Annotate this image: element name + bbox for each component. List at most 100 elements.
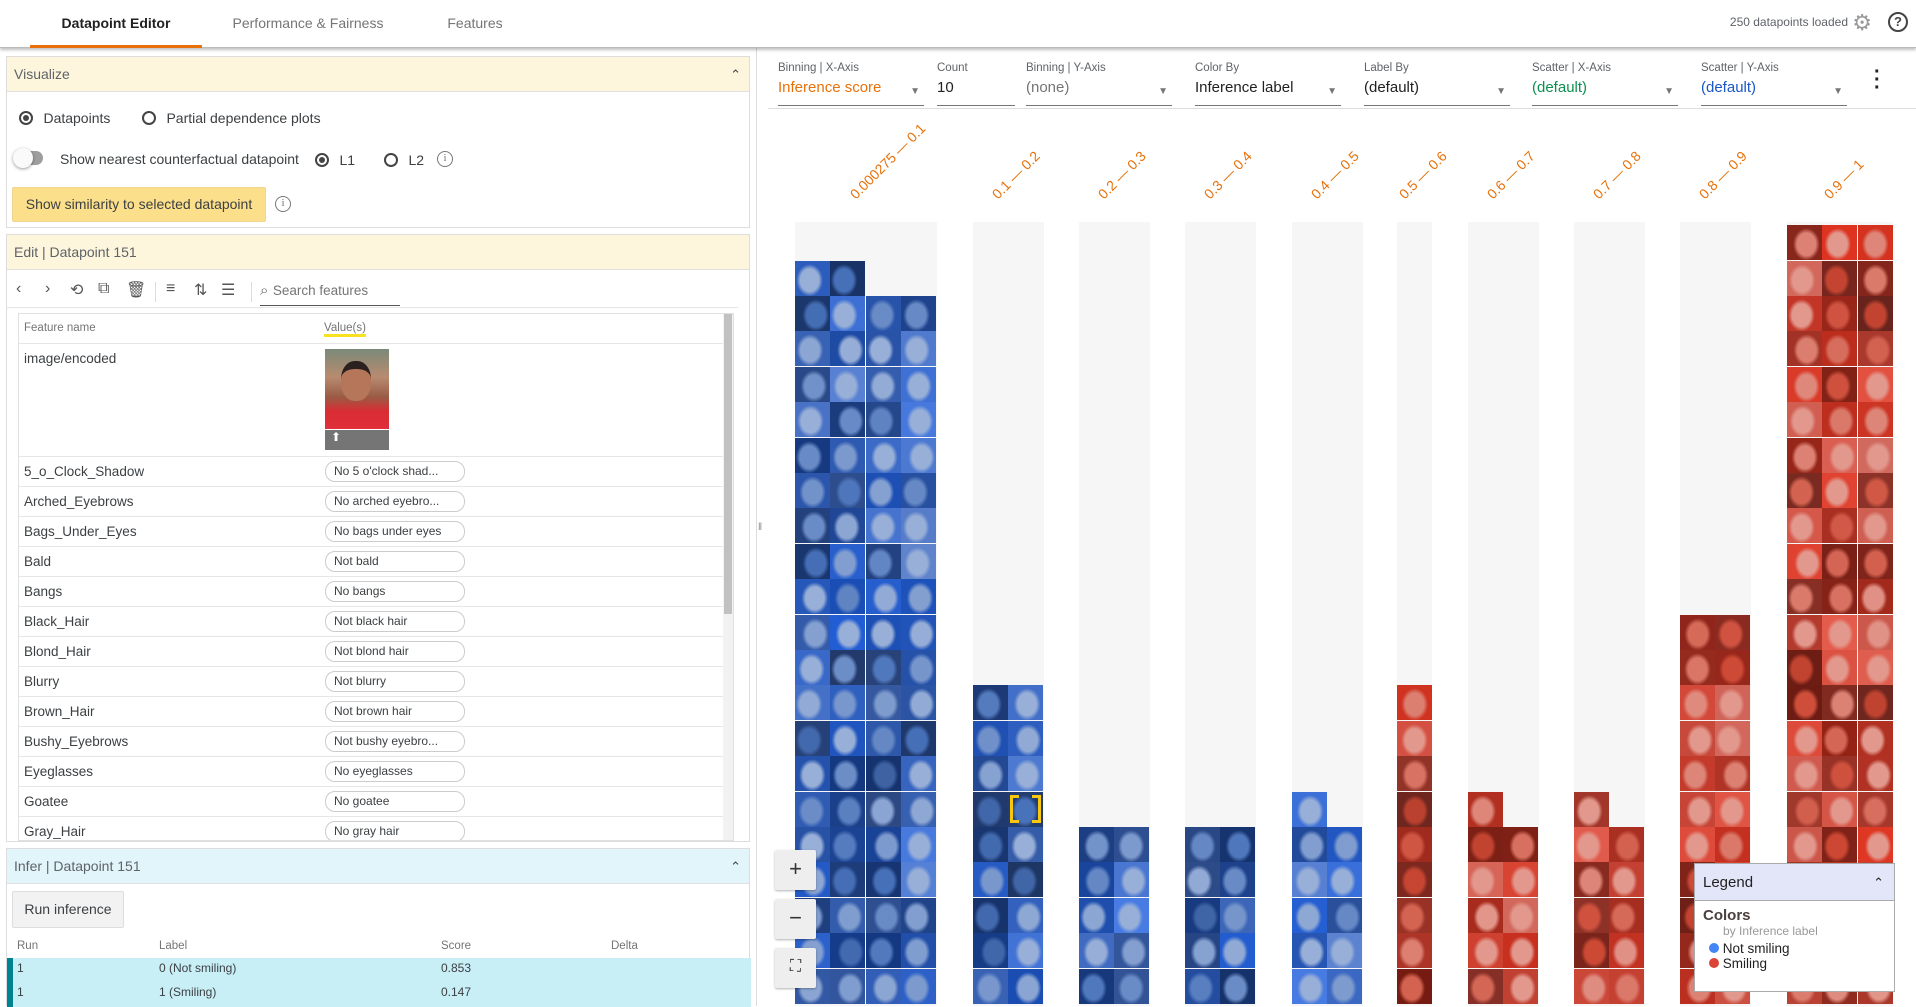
datapoint-thumbnail[interactable] — [1715, 791, 1751, 827]
datapoint-thumbnail[interactable] — [1787, 508, 1822, 544]
datapoint-thumbnail[interactable] — [1574, 933, 1609, 969]
datapoint-thumbnail[interactable] — [1397, 827, 1432, 862]
datapoint-thumbnail[interactable] — [901, 296, 937, 331]
datapoint-thumbnail[interactable] — [1503, 968, 1539, 1004]
datapoint-thumbnail[interactable] — [1822, 437, 1858, 473]
datapoint-thumbnail[interactable] — [1079, 827, 1114, 862]
sort-icon[interactable]: ⇅ — [194, 280, 207, 300]
datapoint-thumbnail[interactable] — [1397, 862, 1432, 898]
datapoint-thumbnail[interactable] — [865, 543, 901, 579]
zoom-out-button[interactable]: − — [775, 899, 816, 939]
datapoint-thumbnail[interactable] — [1574, 791, 1609, 827]
datapoint-thumbnail[interactable] — [901, 402, 937, 438]
datapoint-thumbnail[interactable] — [865, 827, 901, 862]
chevron-up-icon[interactable]: ⌃ — [1873, 864, 1884, 901]
feature-value-input[interactable]: Not bald — [325, 551, 465, 572]
datapoint-thumbnail[interactable] — [1008, 933, 1044, 969]
datapoint-thumbnail[interactable] — [1079, 968, 1114, 1004]
datapoint-thumbnail[interactable] — [1680, 791, 1715, 827]
datapoint-thumbnail[interactable] — [1327, 827, 1363, 862]
delete-icon[interactable]: 🗑 — [126, 280, 146, 300]
datapoint-thumbnail[interactable] — [1185, 933, 1220, 969]
datapoint-thumbnail[interactable] — [795, 650, 830, 685]
show-similarity-button[interactable]: Show similarity to selected datapoint — [12, 187, 266, 222]
tab-features[interactable]: Features — [420, 0, 530, 48]
datapoint-thumbnail[interactable] — [1857, 579, 1893, 615]
datapoint-thumbnail[interactable] — [1715, 614, 1751, 650]
datapoint-thumbnail[interactable] — [1292, 791, 1327, 827]
feature-value-input[interactable]: No 5 o'clock shad... — [325, 461, 465, 482]
datapoint-thumbnail[interactable] — [901, 543, 937, 579]
datapoint-thumbnail[interactable] — [1609, 897, 1645, 933]
datapoint-thumbnail[interactable] — [1609, 827, 1645, 862]
datapoint-thumbnail[interactable] — [1857, 402, 1893, 438]
feature-value-input[interactable]: No goatee — [325, 791, 465, 812]
datapoint-thumbnail[interactable] — [973, 933, 1008, 969]
search-features-input[interactable]: ⌕ Search features — [260, 282, 400, 306]
datapoint-thumbnail[interactable] — [1822, 508, 1858, 544]
datapoint-thumbnail[interactable] — [1857, 791, 1893, 827]
datapoint-thumbnail[interactable] — [830, 473, 866, 508]
datapoint-thumbnail[interactable] — [1857, 331, 1893, 367]
datapoint-thumbnail[interactable] — [1787, 827, 1822, 862]
datapoint-thumbnail[interactable] — [1397, 933, 1432, 969]
datapoint-thumbnail[interactable] — [1857, 614, 1893, 650]
datapoint-thumbnail[interactable] — [901, 720, 937, 756]
datapoint-thumbnail[interactable] — [1822, 260, 1858, 296]
datapoint-thumbnail[interactable] — [1787, 402, 1822, 438]
zoom-in-button[interactable]: + — [775, 850, 816, 890]
datapoint-thumbnail[interactable] — [901, 508, 937, 544]
datapoint-thumbnail[interactable] — [1574, 862, 1609, 898]
datapoint-thumbnail[interactable] — [1292, 827, 1327, 862]
datapoint-thumbnail[interactable] — [830, 862, 866, 898]
datapoint-thumbnail[interactable] — [1680, 756, 1715, 792]
datapoint-thumbnail[interactable] — [1185, 897, 1220, 933]
counterfactual-toggle[interactable] — [13, 148, 43, 168]
datapoint-thumbnail[interactable] — [973, 897, 1008, 933]
datapoint-thumbnail[interactable] — [973, 827, 1008, 862]
datapoint-thumbnail[interactable] — [973, 720, 1008, 756]
datapoint-thumbnail[interactable] — [1292, 862, 1327, 898]
datapoint-thumbnail[interactable] — [1715, 685, 1751, 721]
datapoint-thumbnail[interactable] — [1220, 862, 1256, 898]
datapoint-thumbnail[interactable] — [1787, 437, 1822, 473]
datapoint-thumbnail[interactable] — [901, 897, 937, 933]
datapoint-thumbnail[interactable] — [1857, 827, 1893, 862]
datapoint-thumbnail[interactable] — [1503, 827, 1539, 862]
datapoint-thumbnail[interactable] — [1114, 968, 1150, 1004]
align-icon[interactable]: ≡ — [166, 280, 175, 298]
datapoint-thumbnail[interactable] — [1327, 862, 1363, 898]
datapoint-thumbnail[interactable] — [1468, 862, 1503, 898]
feature-value-input[interactable]: No eyeglasses — [325, 761, 465, 782]
panel-resize-handle[interactable]: ‖ — [758, 522, 762, 533]
inference-row[interactable]: 10 (Not smiling) 0.853 — [17, 961, 717, 983]
feature-value-input[interactable]: Not brown hair — [325, 701, 465, 722]
datapoint-thumbnail[interactable] — [830, 968, 866, 1004]
datapoint-thumbnail[interactable] — [1079, 897, 1114, 933]
datapoint-thumbnail[interactable] — [1680, 650, 1715, 685]
datapoint-thumbnail[interactable] — [865, 296, 901, 331]
datapoint-thumbnail[interactable] — [865, 437, 901, 473]
visualize-header[interactable]: Visualize ⌃ — [7, 57, 749, 92]
datapoint-thumbnail[interactable] — [1008, 720, 1044, 756]
datapoint-thumbnail[interactable] — [865, 933, 901, 969]
datapoint-thumbnail[interactable] — [1822, 225, 1858, 261]
datapoint-thumbnail[interactable] — [901, 827, 937, 862]
datapoint-thumbnail[interactable] — [1857, 650, 1893, 685]
datapoint-thumbnail[interactable] — [1609, 862, 1645, 898]
infer-header[interactable]: Infer | Datapoint 151 ⌃ — [7, 849, 749, 884]
datapoint-thumbnail[interactable] — [1468, 791, 1503, 827]
datapoint-thumbnail[interactable] — [1397, 968, 1432, 1004]
datapoint-thumbnail[interactable] — [1822, 296, 1858, 331]
datapoint-thumbnail[interactable] — [1857, 296, 1893, 331]
duplicate-icon[interactable]: ⧉ — [98, 280, 109, 298]
datapoint-thumbnail[interactable] — [1787, 685, 1822, 721]
datapoint-thumbnail[interactable] — [901, 862, 937, 898]
datapoint-thumbnail[interactable] — [901, 331, 937, 367]
selected-datapoint-thumbnail[interactable] — [1008, 791, 1044, 827]
datapoint-thumbnail[interactable] — [795, 720, 830, 756]
datapoint-thumbnail[interactable] — [1822, 543, 1858, 579]
datapoint-thumbnail[interactable] — [1787, 225, 1822, 261]
datapoint-thumbnail[interactable] — [830, 260, 866, 296]
datapoint-thumbnail[interactable] — [795, 579, 830, 615]
